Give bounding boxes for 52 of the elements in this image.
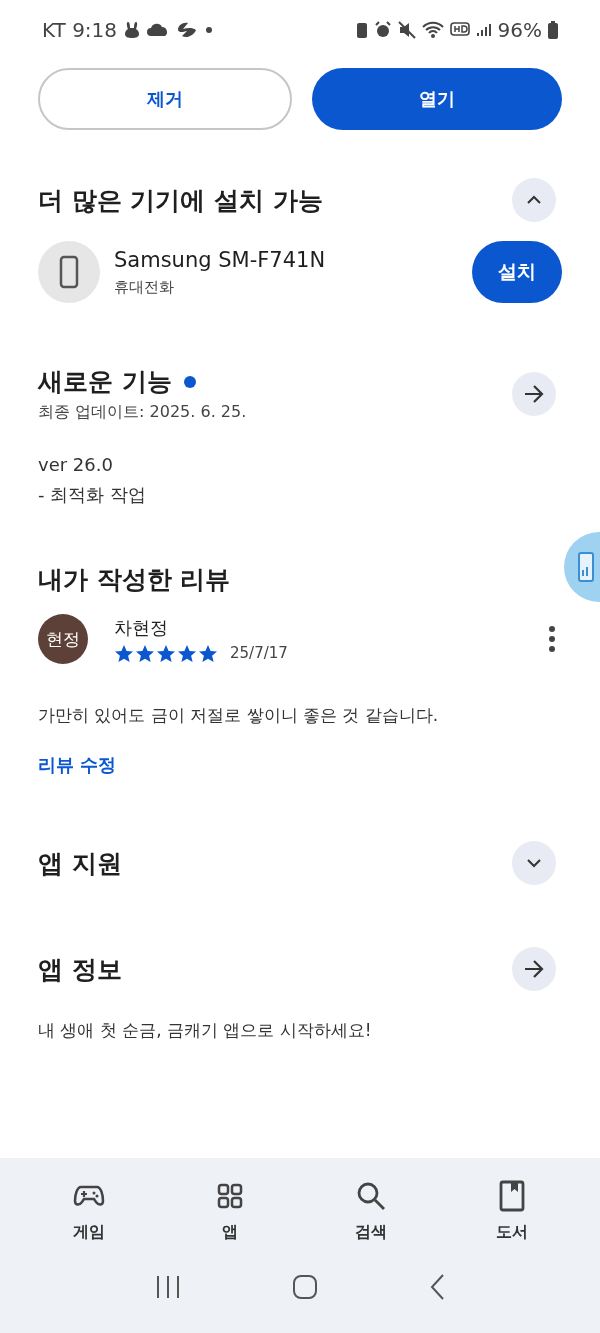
- cloud-icon: [147, 23, 170, 37]
- device-type: 휴대전화: [114, 277, 175, 297]
- book-icon: [498, 1180, 525, 1212]
- section-title: 앱 정보: [38, 953, 122, 986]
- alarm-icon: [373, 21, 392, 39]
- search-icon: [355, 1180, 386, 1212]
- mute-icon: [397, 21, 416, 39]
- signal-icon: [475, 22, 492, 38]
- more-options-icon[interactable]: [548, 626, 556, 652]
- uninstall-button[interactable]: 제거: [38, 68, 292, 130]
- arrow-button[interactable]: [512, 372, 556, 416]
- nav-tab[interactable]: 검색: [320, 1176, 421, 1247]
- release-note: - 최적화 작업: [38, 483, 147, 507]
- wifi-icon: [421, 21, 444, 39]
- nav-tab[interactable]: 도서: [461, 1176, 562, 1247]
- install-button[interactable]: 설치: [472, 241, 562, 303]
- star-icon: [198, 643, 218, 663]
- chevron-icon: [526, 858, 542, 868]
- section-title: 앱 지원: [38, 847, 122, 880]
- release-note: ver 26.0: [38, 454, 114, 475]
- hd-icon: [449, 22, 470, 38]
- chevron-icon: [526, 195, 542, 205]
- review-date: 25/7/17: [230, 644, 288, 662]
- avatar: 현정: [38, 614, 88, 664]
- device-name: Samsung SM-F741N: [114, 247, 327, 272]
- phone-chart-icon: [578, 552, 594, 582]
- battery-icon: [548, 21, 558, 39]
- arrow-right-icon: [524, 385, 544, 403]
- open-button[interactable]: 열기: [312, 68, 562, 130]
- home-icon[interactable]: [292, 1274, 318, 1300]
- star-icon: [156, 643, 176, 663]
- app-description: 내 생애 첫 순금, 금캐기 앱으로 시작하세요!: [37, 1019, 373, 1042]
- section-title: 더 많은 기기에 설치 가능: [38, 184, 323, 217]
- recent-apps-icon[interactable]: [155, 1274, 182, 1300]
- arrow-right-icon: [524, 960, 544, 978]
- edit-review-link[interactable]: 리뷰 수정: [38, 754, 117, 775]
- update-date: 최종 업데이트: 2025. 6. 25.: [38, 402, 247, 423]
- star-icon: [114, 643, 134, 663]
- section-title: 새로운 기능: [38, 366, 172, 398]
- rabbit-icon: [123, 21, 142, 39]
- star-icon: [177, 643, 197, 663]
- nav-tab[interactable]: 앱: [179, 1176, 280, 1247]
- arrow-button[interactable]: [512, 947, 556, 991]
- dot-icon: [205, 26, 214, 34]
- reviewer-name: 차현정: [114, 615, 169, 640]
- back-icon[interactable]: [428, 1273, 445, 1301]
- battery-percent: 96%: [497, 18, 542, 42]
- nav-tab[interactable]: 게임: [38, 1176, 139, 1247]
- review-text: 가만히 있어도 금이 저절로 쌓이니 좋은 것 같습니다.: [37, 704, 440, 727]
- section-title: 내가 작성한 리뷰: [38, 565, 231, 594]
- star-icon: [135, 643, 155, 663]
- status-carrier-time: KT 9:18: [42, 18, 118, 42]
